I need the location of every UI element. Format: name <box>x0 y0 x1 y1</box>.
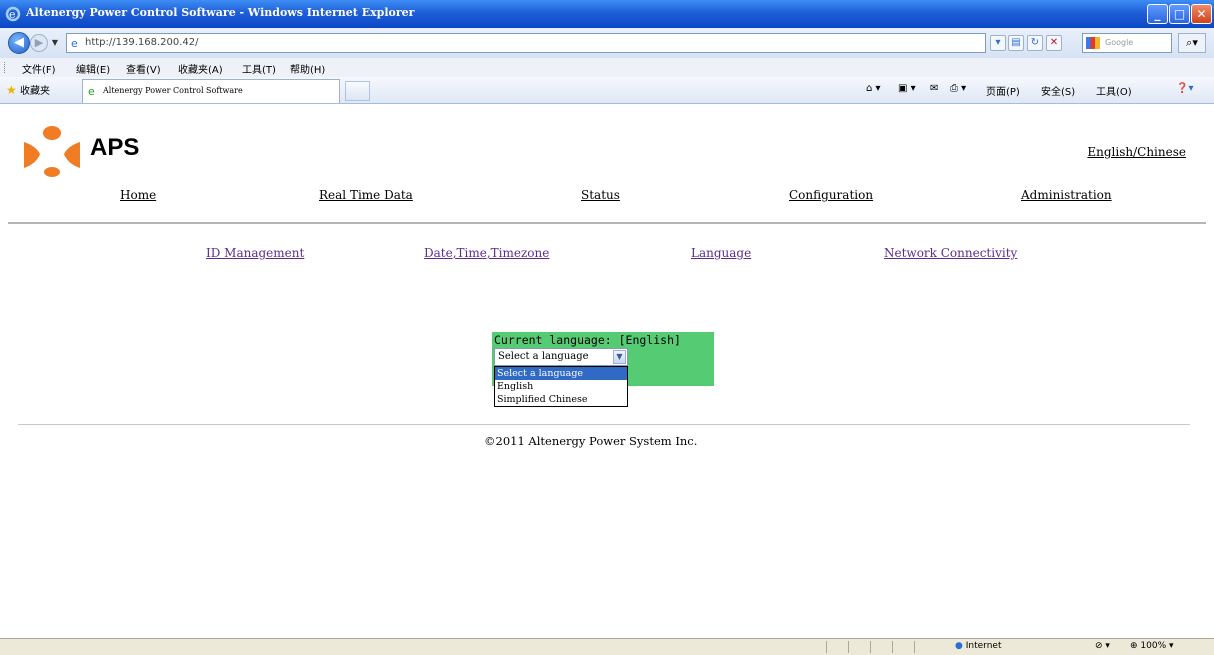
back-button[interactable]: ◀ <box>8 32 30 54</box>
status-separator <box>914 641 915 653</box>
nav-real-time-data[interactable]: Real Time Data <box>319 188 413 202</box>
security-zone[interactable]: ● Internet <box>955 641 1001 651</box>
compatibility-view-icon[interactable]: ▤ <box>1008 35 1024 51</box>
google-icon <box>1086 37 1100 49</box>
close-button[interactable]: ✕ <box>1191 4 1212 24</box>
page-content: APS English/Chinese Home Real Time Data … <box>8 104 1206 638</box>
nav-home[interactable]: Home <box>120 188 156 202</box>
menu-help[interactable]: 帮助(H) <box>290 61 325 76</box>
header-divider <box>8 222 1206 224</box>
copyright-text: ©2011 Altenergy Power System Inc. <box>484 434 698 448</box>
subnav-network-connectivity[interactable]: Network Connectivity <box>884 246 1017 260</box>
new-tab-button[interactable] <box>345 81 370 101</box>
language-select[interactable]: Select a language ▼ <box>494 348 628 366</box>
search-input[interactable]: Google <box>1082 33 1172 53</box>
favorites-button[interactable]: ★ 收藏夹 <box>6 82 50 97</box>
footer-divider <box>18 424 1190 425</box>
page-icon: e <box>71 37 78 50</box>
refresh-icon[interactable]: ↻ <box>1027 35 1043 51</box>
status-bar: ● Internet ⊘ ▾ ⊕ 100% ▾ <box>0 638 1214 655</box>
menu-edit[interactable]: 编辑(E) <box>76 61 110 76</box>
status-separator <box>848 641 849 653</box>
status-separator <box>870 641 871 653</box>
nav-administration[interactable]: Administration <box>1021 188 1112 202</box>
home-icon[interactable]: ⌂ ▾ <box>866 83 881 94</box>
search-placeholder: Google <box>1105 38 1134 47</box>
menu-favorites[interactable]: 收藏夹(A) <box>178 61 223 76</box>
mail-icon[interactable]: ✉ <box>930 83 938 94</box>
aps-logo <box>24 126 80 177</box>
menu-bar: 文件(F) 编辑(E) 查看(V) 收藏夹(A) 工具(T) 帮助(H) <box>0 58 1214 78</box>
language-dropdown-list: Select a language English Simplified Chi… <box>494 366 628 407</box>
subnav-date-time-timezone[interactable]: Date,Time,Timezone <box>424 246 549 260</box>
feeds-icon[interactable]: ▣ ▾ <box>898 83 916 94</box>
option-select-a-language[interactable]: Select a language <box>495 367 627 380</box>
menu-view[interactable]: 查看(V) <box>126 61 161 76</box>
forward-button[interactable]: ▶ <box>30 34 48 52</box>
nav-status[interactable]: Status <box>581 188 620 202</box>
option-simplified-chinese[interactable]: Simplified Chinese <box>495 393 627 406</box>
tools-menu[interactable]: 工具(O) <box>1096 83 1132 98</box>
tab-bar: ★ 收藏夹 e Altenergy Power Control Software… <box>0 77 1214 104</box>
window-title: Altenergy Power Control Software - Windo… <box>26 6 415 19</box>
zoom-level: 100% <box>1140 641 1167 651</box>
help-icon[interactable]: ❓▾ <box>1176 83 1193 94</box>
globe-icon: ● <box>955 641 963 651</box>
zone-label: Internet <box>965 641 1002 651</box>
menu-tools[interactable]: 工具(T) <box>242 61 276 76</box>
page-menu[interactable]: 页面(P) <box>986 83 1020 98</box>
subnav-id-management[interactable]: ID Management <box>206 246 304 260</box>
current-language-label: Current language: [English] <box>494 333 681 347</box>
toolbar-grip <box>4 62 7 73</box>
menu-file[interactable]: 文件(F) <box>22 61 56 76</box>
status-separator <box>892 641 893 653</box>
address-url[interactable]: http://139.168.200.42/ <box>85 37 199 48</box>
subnav-language[interactable]: Language <box>691 246 751 260</box>
search-button[interactable]: ⌕▾ <box>1178 33 1206 53</box>
print-icon[interactable]: ⎙ ▾ <box>950 83 966 94</box>
internet-explorer-icon: e <box>5 6 21 22</box>
brand-name: APS <box>90 134 140 161</box>
favorites-label: 收藏夹 <box>19 86 50 97</box>
address-dropdown-icon[interactable]: ▾ <box>990 35 1006 51</box>
tab-active[interactable]: e Altenergy Power Control Software <box>82 79 340 103</box>
protected-mode-icon[interactable]: ⊘ ▾ <box>1095 641 1110 651</box>
maximize-button[interactable]: □ <box>1169 4 1190 24</box>
window-title-bar: e Altenergy Power Control Software - Win… <box>0 0 1214 28</box>
nav-configuration[interactable]: Configuration <box>789 188 873 202</box>
history-dropdown-icon[interactable]: ▼ <box>50 37 60 49</box>
chevron-down-icon[interactable]: ▼ <box>613 350 626 364</box>
stop-icon[interactable]: ✕ <box>1046 35 1062 51</box>
option-english[interactable]: English <box>495 380 627 393</box>
star-icon: ★ <box>6 83 17 97</box>
zoom-icon: ⊕ <box>1130 641 1138 651</box>
ie-page-icon: e <box>88 85 95 98</box>
svg-text:e: e <box>9 8 16 21</box>
language-select-value: Select a language <box>498 351 589 362</box>
address-toolbar: ◀ ▶ ▼ e http://139.168.200.42/ ▾ ▤ ↻ ✕ G… <box>0 28 1214 59</box>
tab-label: Altenergy Power Control Software <box>103 86 243 95</box>
status-separator <box>826 641 827 653</box>
minimize-button[interactable]: _ <box>1147 4 1168 24</box>
zoom-control[interactable]: ⊕ 100% ▾ <box>1130 641 1174 651</box>
address-input[interactable]: e http://139.168.200.42/ <box>66 33 986 53</box>
language-toggle-link[interactable]: English/Chinese <box>1087 145 1186 159</box>
safety-menu[interactable]: 安全(S) <box>1041 83 1075 98</box>
